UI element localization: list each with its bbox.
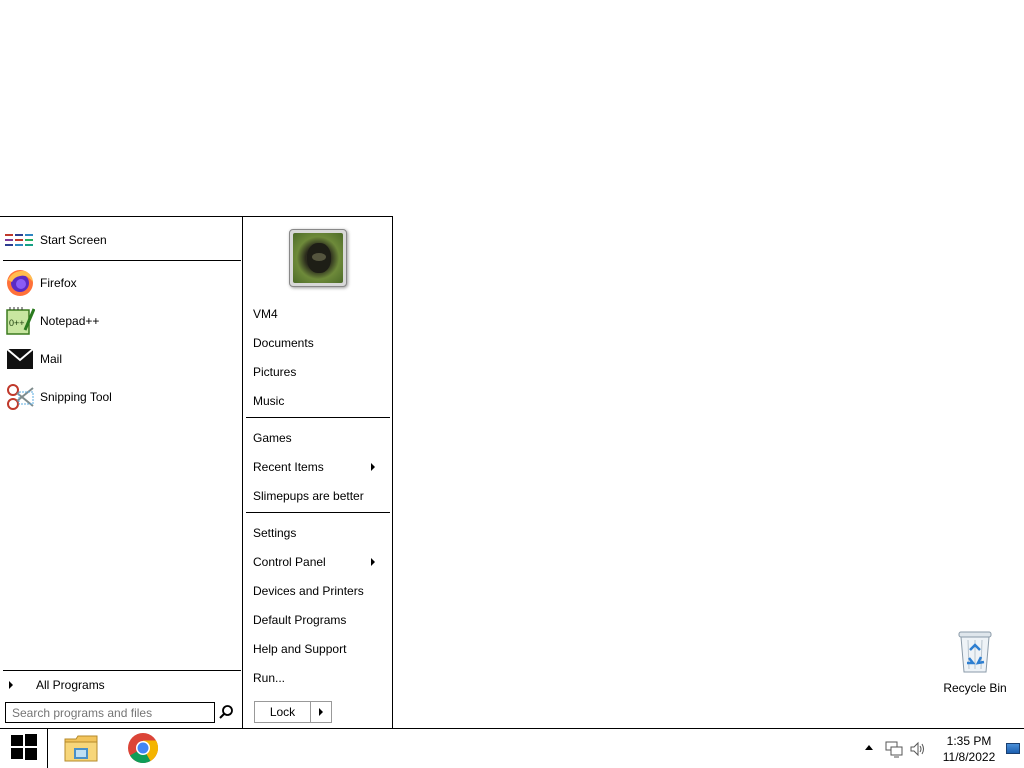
divider	[3, 670, 241, 671]
link-help-and-support[interactable]: Help and Support	[253, 641, 385, 657]
windows-logo-icon	[10, 734, 37, 763]
lock-button[interactable]: Lock	[255, 702, 311, 722]
volume-icon[interactable]	[909, 740, 927, 758]
link-control-panel[interactable]: Control Panel	[253, 554, 385, 570]
link-slimepups[interactable]: Slimepups are better	[253, 488, 385, 504]
network-icon[interactable]	[885, 740, 903, 758]
search-input[interactable]	[5, 702, 215, 723]
clock-time: 1:35 PM	[946, 734, 992, 748]
start-menu-right-pane: VM4 Documents Pictures Music Games Recen…	[244, 217, 392, 728]
file-explorer-icon	[64, 733, 98, 766]
divider	[246, 417, 390, 418]
avatar-photo	[293, 233, 343, 283]
start-menu-left-pane: Start Screen Firefox 0++ Notepad++ Mail …	[0, 217, 243, 728]
link-user-folder[interactable]: VM4	[253, 306, 385, 322]
pinned-item-label: Start Screen	[40, 233, 107, 247]
link-music[interactable]: Music	[253, 393, 385, 409]
link-devices-and-printers[interactable]: Devices and Printers	[253, 583, 385, 599]
chevron-right-icon	[371, 558, 375, 566]
chrome-icon	[127, 732, 159, 767]
taskbar-app-chrome[interactable]	[120, 731, 166, 767]
desktop-icon-label: Recycle Bin	[943, 681, 1007, 695]
desktop-icon-recycle-bin[interactable]: Recycle Bin	[935, 628, 1015, 700]
link-pictures[interactable]: Pictures	[253, 364, 385, 380]
start-menu: Start Screen Firefox 0++ Notepad++ Mail …	[0, 216, 393, 728]
link-documents[interactable]: Documents	[253, 335, 385, 351]
pinned-item-label: Snipping Tool	[40, 390, 112, 404]
pinned-item-firefox[interactable]: Firefox	[4, 265, 240, 301]
show-desktop-button[interactable]	[1006, 743, 1020, 754]
system-clock[interactable]: 1:35 PM 11/8/2022	[935, 733, 1003, 765]
clock-date: 11/8/2022	[942, 750, 996, 764]
search-icon[interactable]	[218, 704, 234, 720]
pinned-item-label: Notepad++	[40, 314, 100, 328]
pinned-item-start-screen[interactable]: Start Screen	[4, 222, 240, 258]
chevron-right-icon	[9, 681, 13, 689]
link-recent-items[interactable]: Recent Items	[253, 459, 385, 475]
pinned-item-label: Firefox	[40, 276, 77, 290]
divider	[246, 512, 390, 513]
pinned-item-snipping-tool[interactable]: Snipping Tool	[4, 379, 240, 415]
start-button[interactable]	[0, 729, 48, 768]
taskbar-app-file-explorer[interactable]	[58, 731, 104, 767]
recycle-bin-icon	[955, 631, 995, 677]
link-default-programs[interactable]: Default Programs	[253, 612, 385, 628]
pinned-item-mail[interactable]: Mail	[4, 341, 240, 377]
divider	[3, 260, 241, 261]
link-games[interactable]: Games	[253, 430, 385, 446]
link-settings[interactable]: Settings	[253, 525, 385, 541]
svg-text:0++: 0++	[9, 318, 25, 328]
pinned-item-label: Mail	[40, 352, 63, 366]
all-programs-button[interactable]: All Programs	[0, 677, 242, 693]
show-hidden-icons-arrow[interactable]	[865, 745, 873, 750]
chevron-right-icon	[371, 463, 375, 471]
all-programs-label: All Programs	[36, 678, 105, 692]
firefox-icon	[4, 267, 36, 299]
start-screen-icon	[4, 224, 36, 256]
link-run[interactable]: Run...	[253, 670, 385, 686]
lock-button-group: Lock	[254, 701, 332, 723]
taskbar: 1:35 PM 11/8/2022	[0, 728, 1024, 768]
mail-icon	[4, 343, 36, 375]
notepad-plus-plus-icon: 0++	[4, 305, 36, 337]
user-avatar[interactable]	[289, 229, 347, 287]
snipping-tool-icon	[4, 381, 36, 413]
pinned-item-notepad-plus-plus[interactable]: 0++ Notepad++	[4, 303, 240, 339]
power-options-arrow-button[interactable]	[311, 702, 331, 722]
